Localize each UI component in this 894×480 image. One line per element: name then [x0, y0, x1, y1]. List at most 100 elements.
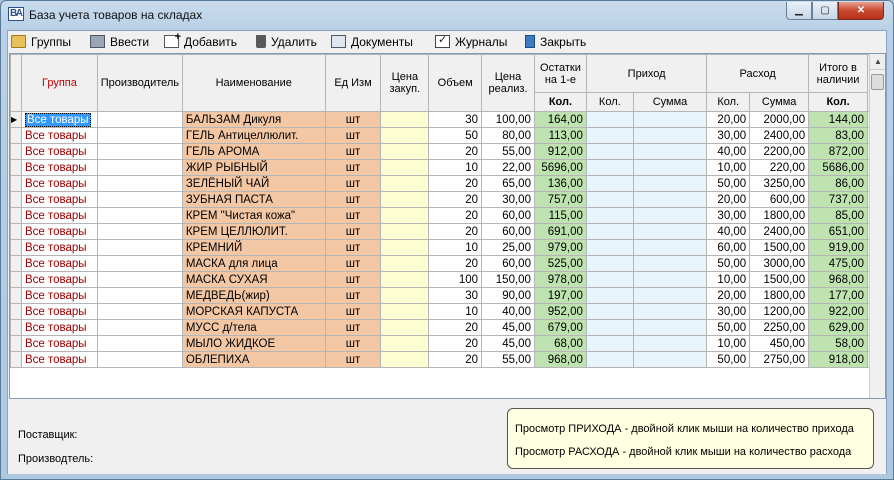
price-sell-cell[interactable]: 90,00 — [481, 287, 535, 304]
income-sum-cell[interactable] — [632, 335, 708, 352]
income-sum-cell[interactable] — [632, 111, 708, 128]
close-button[interactable]: ✕ — [838, 2, 884, 20]
outcome-sum-cell[interactable]: 3250,00 — [749, 175, 810, 192]
name-cell[interactable]: ЗУБНАЯ ПАСТА — [181, 191, 326, 208]
unit-cell[interactable]: шт — [324, 207, 382, 224]
header-opening[interactable]: Остатки на 1-е — [533, 54, 587, 93]
outcome-sum-cell[interactable]: 2250,00 — [749, 319, 810, 336]
income-qty-cell[interactable] — [585, 127, 634, 144]
name-cell[interactable]: МОРСКАЯ КАПУСТА — [181, 303, 326, 320]
total-qty-cell[interactable]: 58,00 — [808, 335, 868, 352]
opening-qty-cell[interactable]: 68,00 — [533, 335, 587, 352]
outcome-qty-cell[interactable]: 20,00 — [706, 191, 751, 208]
price-sell-cell[interactable]: 45,00 — [481, 335, 535, 352]
total-qty-cell[interactable]: 872,00 — [808, 143, 868, 160]
name-cell[interactable]: ГЕЛЬ Антицеллюлит. — [181, 127, 326, 144]
outcome-qty-cell[interactable]: 40,00 — [706, 143, 751, 160]
table-row[interactable]: Все товары КРЕМ "Чистая кожа" шт 20 60,00 115… — [10, 207, 885, 224]
income-sum-cell[interactable] — [632, 223, 708, 240]
goods-grid[interactable]: Группа Производитель Наименование Ед Изм… — [9, 53, 886, 399]
outcome-sum-cell[interactable]: 1800,00 — [749, 207, 810, 224]
volume-cell[interactable]: 20 — [428, 319, 483, 336]
price-sell-cell[interactable]: 60,00 — [481, 255, 535, 272]
income-qty-cell[interactable] — [585, 351, 634, 368]
income-sum-cell[interactable] — [632, 239, 708, 256]
volume-cell[interactable]: 20 — [428, 207, 483, 224]
outcome-qty-cell[interactable]: 10,00 — [706, 271, 751, 288]
table-row[interactable]: ▶ Все товары БАЛЬЗАМ Дикуля шт 30 100,00 164,0… — [10, 111, 885, 128]
income-sum-cell[interactable] — [632, 175, 708, 192]
total-qty-cell[interactable]: 737,00 — [808, 191, 868, 208]
table-row[interactable]: Все товары МУСС д/тела шт 20 45,00 679,00 50,0… — [10, 319, 885, 336]
outcome-qty-cell[interactable]: 30,00 — [706, 207, 751, 224]
manufacturer-cell[interactable] — [96, 287, 183, 304]
table-row[interactable]: Все товары ЖИР РЫБНЫЙ шт 10 22,00 5696,00 10,0… — [10, 159, 885, 176]
opening-qty-cell[interactable]: 115,00 — [533, 207, 587, 224]
price-buy-cell[interactable] — [380, 127, 430, 144]
volume-cell[interactable]: 10 — [428, 239, 483, 256]
table-row[interactable]: Все товары МАСКА СУХАЯ шт 100 150,00 978,00 10… — [10, 271, 885, 288]
table-row[interactable]: Все товары КРЕМ ЦЕЛЛЮЛИТ. шт 20 60,00 691,00 4… — [10, 223, 885, 240]
name-cell[interactable]: ГЕЛЬ АРОМА — [181, 143, 326, 160]
header-unit[interactable]: Ед Изм — [324, 54, 382, 112]
price-buy-cell[interactable] — [380, 143, 430, 160]
price-sell-cell[interactable]: 30,00 — [481, 191, 535, 208]
close-app-button[interactable]: Закрыть — [525, 33, 586, 50]
income-sum-cell[interactable] — [632, 319, 708, 336]
header-price-sell[interactable]: Цена реализ. — [481, 54, 535, 112]
name-cell[interactable]: МЫЛО ЖИДКОЕ — [181, 335, 326, 352]
header-outcome-qty[interactable]: Кол. — [706, 92, 751, 112]
opening-qty-cell[interactable]: 5696,00 — [533, 159, 587, 176]
opening-qty-cell[interactable]: 164,00 — [533, 111, 587, 128]
outcome-qty-cell[interactable]: 40,00 — [706, 223, 751, 240]
manufacturer-cell[interactable] — [96, 319, 183, 336]
price-sell-cell[interactable]: 55,00 — [481, 143, 535, 160]
opening-qty-cell[interactable]: 757,00 — [533, 191, 587, 208]
price-buy-cell[interactable] — [380, 335, 430, 352]
manufacturer-cell[interactable] — [96, 239, 183, 256]
table-row[interactable]: Все товары ЗЕЛЁНЫЙ ЧАЙ шт 20 65,00 136,00 50,0… — [10, 175, 885, 192]
income-qty-cell[interactable] — [585, 271, 634, 288]
price-buy-cell[interactable] — [380, 303, 430, 320]
manufacturer-cell[interactable] — [96, 159, 183, 176]
total-qty-cell[interactable]: 85,00 — [808, 207, 868, 224]
outcome-sum-cell[interactable]: 600,00 — [749, 191, 810, 208]
total-qty-cell[interactable]: 144,00 — [808, 111, 868, 128]
total-qty-cell[interactable]: 475,00 — [808, 255, 868, 272]
opening-qty-cell[interactable]: 912,00 — [533, 143, 587, 160]
outcome-qty-cell[interactable]: 30,00 — [706, 127, 751, 144]
opening-qty-cell[interactable]: 197,00 — [533, 287, 587, 304]
header-outcome[interactable]: Расход — [706, 54, 810, 93]
price-buy-cell[interactable] — [380, 255, 430, 272]
volume-cell[interactable]: 20 — [428, 175, 483, 192]
unit-cell[interactable]: шт — [324, 223, 382, 240]
group-cell[interactable]: Все товары — [20, 127, 98, 144]
group-cell[interactable]: Все товары — [20, 303, 98, 320]
price-sell-cell[interactable]: 40,00 — [481, 303, 535, 320]
income-sum-cell[interactable] — [632, 351, 708, 368]
delete-button[interactable]: Удалить — [254, 33, 317, 50]
unit-cell[interactable]: шт — [324, 271, 382, 288]
volume-cell[interactable]: 100 — [428, 271, 483, 288]
header-name[interactable]: Наименование — [181, 54, 326, 112]
group-cell[interactable]: Все товары — [20, 159, 98, 176]
income-sum-cell[interactable] — [632, 127, 708, 144]
income-qty-cell[interactable] — [585, 159, 634, 176]
name-cell[interactable]: МУСС д/тела — [181, 319, 326, 336]
price-buy-cell[interactable] — [380, 287, 430, 304]
volume-cell[interactable]: 10 — [428, 303, 483, 320]
price-sell-cell[interactable]: 150,00 — [481, 271, 535, 288]
price-buy-cell[interactable] — [380, 111, 430, 128]
group-cell[interactable]: Все товары — [20, 335, 98, 352]
volume-cell[interactable]: 30 — [428, 287, 483, 304]
header-income-sum[interactable]: Сумма — [632, 92, 708, 112]
volume-cell[interactable]: 20 — [428, 223, 483, 240]
name-cell[interactable]: КРЕМ ЦЕЛЛЮЛИТ. — [181, 223, 326, 240]
header-total[interactable]: Итого в наличии — [808, 54, 868, 93]
opening-qty-cell[interactable]: 952,00 — [533, 303, 587, 320]
group-cell[interactable]: Все товары — [20, 175, 98, 192]
manufacturer-cell[interactable] — [96, 351, 183, 368]
income-sum-cell[interactable] — [632, 271, 708, 288]
unit-cell[interactable]: шт — [324, 351, 382, 368]
outcome-sum-cell[interactable]: 2750,00 — [749, 351, 810, 368]
